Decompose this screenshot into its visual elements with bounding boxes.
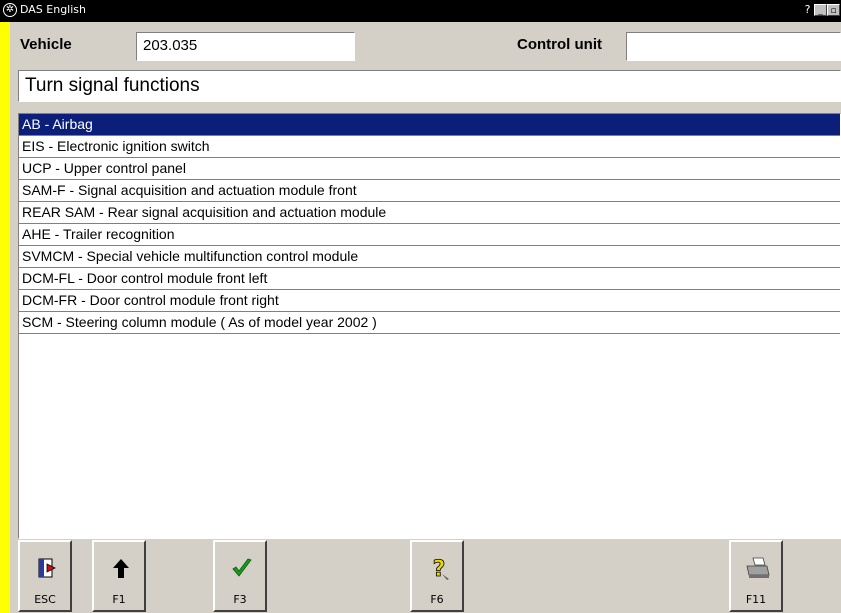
maximize-button[interactable]: ▫ xyxy=(827,4,840,16)
function-title: Turn signal functions xyxy=(18,70,841,102)
list-item[interactable]: SVMCM - Special vehicle multifunction co… xyxy=(19,246,840,268)
list-item[interactable]: UCP - Upper control panel xyxy=(19,158,840,180)
control-unit-field[interactable] xyxy=(626,32,841,61)
f3-button[interactable]: F3 xyxy=(213,540,267,612)
f6-button[interactable]: ? F6 xyxy=(410,540,464,612)
main-panel: Vehicle 203.035 Control unit Turn signal… xyxy=(10,22,841,613)
svg-text:?: ? xyxy=(433,557,446,582)
esc-label: ESC xyxy=(34,593,56,606)
f3-label: F3 xyxy=(233,593,247,606)
list-item[interactable]: AHE - Trailer recognition xyxy=(19,224,840,246)
list-item[interactable]: SCM - Steering column module ( As of mod… xyxy=(19,312,840,334)
list-item[interactable]: EIS - Electronic ignition switch xyxy=(19,136,840,158)
control-unit-label: Control unit xyxy=(517,36,602,53)
printer-icon xyxy=(746,557,770,578)
list-item[interactable]: DCM-FR - Door control module front right xyxy=(19,290,840,312)
control-unit-list[interactable]: AB - Airbag EIS - Electronic ignition sw… xyxy=(18,113,841,539)
list-item[interactable]: DCM-FL - Door control module front left xyxy=(19,268,840,290)
minimize-button[interactable]: _ xyxy=(814,4,827,16)
f1-button[interactable]: F1 xyxy=(92,540,146,612)
list-item[interactable]: REAR SAM - Rear signal acquisition and a… xyxy=(19,202,840,224)
checkmark-icon xyxy=(232,558,252,577)
arrow-up-icon xyxy=(113,559,129,578)
help-icon[interactable]: ? xyxy=(801,4,814,16)
window-title: DAS English xyxy=(20,3,86,16)
f6-label: F6 xyxy=(430,593,444,606)
list-item[interactable]: SAM-F - Signal acquisition and actuation… xyxy=(19,180,840,202)
help-question-icon: ? xyxy=(432,557,449,582)
mercedes-star-icon: ✲ xyxy=(3,3,17,17)
f1-label: F1 xyxy=(112,593,126,606)
vehicle-field[interactable]: 203.035 xyxy=(136,32,355,61)
f11-button[interactable]: F11 xyxy=(729,540,783,612)
title-bar: ✲ DAS English ? _ ▫ xyxy=(0,0,841,22)
exit-door-icon xyxy=(38,558,56,578)
f11-label: F11 xyxy=(745,593,767,606)
esc-button[interactable]: ESC xyxy=(18,540,72,612)
vehicle-label: Vehicle xyxy=(20,36,72,53)
list-item[interactable]: AB - Airbag xyxy=(19,114,840,136)
